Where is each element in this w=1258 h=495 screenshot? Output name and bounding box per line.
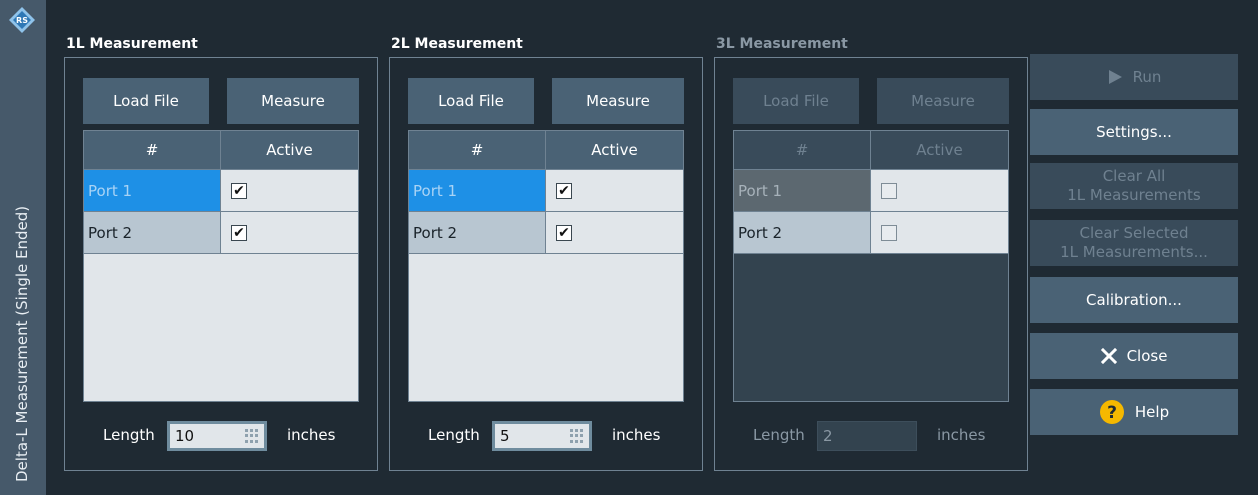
clear-selected-label-line2: 1L Measurements... [1060, 243, 1208, 261]
length-input-2l[interactable]: 5 [492, 421, 592, 451]
table-header: # Active [409, 131, 683, 169]
table-header: # Active [84, 131, 358, 169]
column-header-active[interactable]: Active [221, 131, 358, 169]
help-question-icon: ? [1099, 399, 1125, 425]
table-row[interactable]: Port 1 ✔ [409, 169, 683, 211]
help-label: Help [1134, 402, 1170, 421]
group-2l: Load File Measure # Active Port 1 ✔ Port… [389, 57, 703, 471]
table-row[interactable]: Port 2 [734, 211, 1008, 254]
port-cell[interactable]: Port 2 [84, 212, 221, 253]
table-row[interactable]: Port 1 [734, 169, 1008, 211]
load-file-button-3l[interactable]: Load File [733, 78, 859, 124]
port-cell[interactable]: Port 2 [734, 212, 871, 253]
group-3l: Load File Measure # Active Port 1 Port 2… [714, 57, 1028, 471]
close-label: Close [1126, 346, 1168, 365]
length-row-3l: Length 2 inches [733, 421, 1009, 451]
length-value: 2 [823, 427, 833, 445]
calibration-button[interactable]: Calibration... [1030, 277, 1238, 323]
port-cell[interactable]: Port 2 [409, 212, 546, 253]
group-1l: Load File Measure # Active Port 1 ✔ Port… [64, 57, 378, 471]
svg-text:?: ? [1107, 403, 1117, 423]
length-unit: inches [612, 426, 661, 444]
length-unit: inches [937, 426, 986, 444]
column-header-active[interactable]: Active [871, 131, 1008, 169]
keypad-icon[interactable] [570, 429, 584, 443]
load-file-button-1l[interactable]: Load File [83, 78, 209, 124]
active-checkbox[interactable]: ✔ [231, 224, 247, 241]
active-checkbox[interactable]: ✔ [556, 224, 572, 241]
clear-all-label-line1: Clear All [1102, 167, 1166, 185]
port-cell[interactable]: Port 1 [734, 170, 871, 211]
group-title-2l: 2L Measurement [391, 36, 523, 52]
length-label: Length [428, 426, 480, 444]
port-table-3l: # Active Port 1 Port 2 [733, 130, 1009, 402]
help-button[interactable]: ? Help [1030, 389, 1238, 435]
port-table-2l: # Active Port 1 ✔ Port 2 ✔ [408, 130, 684, 402]
clear-selected-button[interactable]: Clear Selected 1L Measurements... [1030, 220, 1238, 266]
load-file-button-2l[interactable]: Load File [408, 78, 534, 124]
group-title-1l: 1L Measurement [66, 36, 198, 52]
group-title-3l: 3L Measurement [716, 36, 848, 52]
close-button[interactable]: Close [1030, 333, 1238, 379]
table-row[interactable]: Port 1 ✔ [84, 169, 358, 211]
table-row[interactable]: Port 2 ✔ [84, 211, 358, 254]
measure-button-3l[interactable]: Measure [877, 78, 1009, 124]
table-header: # Active [734, 131, 1008, 169]
run-label: Run [1132, 67, 1162, 86]
run-button[interactable]: Run [1030, 54, 1238, 100]
clear-all-button[interactable]: Clear All 1L Measurements [1030, 163, 1238, 209]
play-icon [1107, 69, 1123, 85]
settings-button[interactable]: Settings... [1030, 109, 1238, 155]
close-x-icon [1100, 348, 1117, 364]
length-label: Length [753, 426, 805, 444]
active-checkbox[interactable] [881, 182, 897, 199]
port-cell[interactable]: Port 1 [84, 170, 221, 211]
column-header-number[interactable]: # [734, 131, 871, 169]
active-checkbox[interactable] [881, 224, 897, 241]
length-label: Length [103, 426, 155, 444]
port-table-1l: # Active Port 1 ✔ Port 2 ✔ [83, 130, 359, 402]
measure-button-1l[interactable]: Measure [227, 78, 359, 124]
measure-button-2l[interactable]: Measure [552, 78, 684, 124]
window-title: Delta-L Measurement (Single Ended) [13, 205, 31, 482]
length-input-3l[interactable]: 2 [817, 421, 917, 451]
length-value: 5 [500, 427, 510, 445]
clear-all-label-line2: 1L Measurements [1067, 186, 1201, 204]
table-row[interactable]: Port 2 ✔ [409, 211, 683, 254]
length-row-1l: Length 10 inches [83, 421, 359, 451]
keypad-icon[interactable] [245, 429, 259, 443]
clear-selected-label-line1: Clear Selected [1079, 224, 1189, 242]
active-checkbox[interactable]: ✔ [556, 182, 572, 199]
active-checkbox[interactable]: ✔ [231, 182, 247, 199]
column-header-number[interactable]: # [409, 131, 546, 169]
sidebar: RS Delta-L Measurement (Single Ended) [0, 0, 46, 495]
length-input-1l[interactable]: 10 [167, 421, 267, 451]
length-value: 10 [175, 427, 195, 445]
length-unit: inches [287, 426, 336, 444]
column-header-number[interactable]: # [84, 131, 221, 169]
svg-text:RS: RS [16, 16, 28, 25]
column-header-active[interactable]: Active [546, 131, 683, 169]
port-cell[interactable]: Port 1 [409, 170, 546, 211]
length-row-2l: Length 5 inches [408, 421, 684, 451]
rohde-schwarz-logo-icon: RS [9, 7, 35, 33]
